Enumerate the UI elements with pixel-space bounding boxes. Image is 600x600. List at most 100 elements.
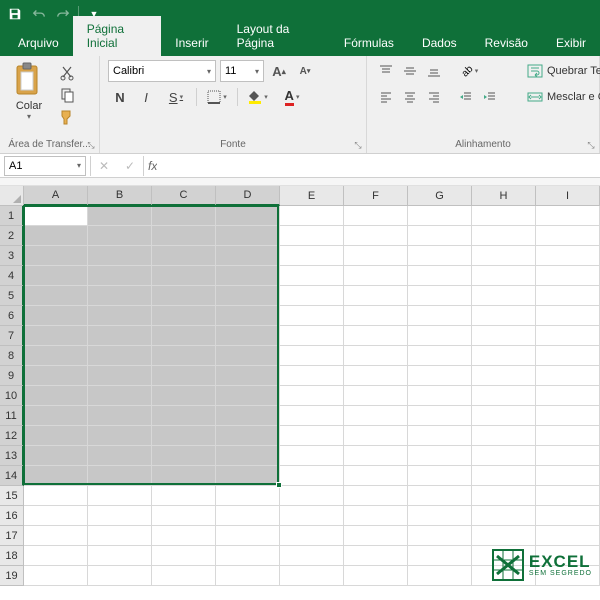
cell[interactable] xyxy=(152,346,216,366)
align-center-icon[interactable] xyxy=(399,86,421,108)
cell[interactable] xyxy=(536,446,600,466)
row-header[interactable]: 16 xyxy=(0,506,24,526)
cell[interactable] xyxy=(152,466,216,486)
bold-button[interactable]: N xyxy=(108,86,132,108)
cell[interactable] xyxy=(88,526,152,546)
cell[interactable] xyxy=(216,306,280,326)
row-header[interactable]: 18 xyxy=(0,546,24,566)
cell[interactable] xyxy=(152,266,216,286)
cell[interactable] xyxy=(344,206,408,226)
cell[interactable] xyxy=(24,526,88,546)
cell[interactable] xyxy=(536,366,600,386)
cell[interactable] xyxy=(280,366,344,386)
cell[interactable] xyxy=(88,566,152,586)
cancel-formula-icon[interactable]: ✕ xyxy=(91,156,117,176)
cell[interactable] xyxy=(216,286,280,306)
increase-indent-icon[interactable] xyxy=(479,86,501,108)
cell[interactable] xyxy=(24,446,88,466)
cell[interactable] xyxy=(88,226,152,246)
tab-formulas[interactable]: Fórmulas xyxy=(330,30,408,56)
cell[interactable] xyxy=(152,286,216,306)
cell[interactable] xyxy=(216,526,280,546)
cell[interactable] xyxy=(408,526,472,546)
cell[interactable] xyxy=(216,326,280,346)
cell[interactable] xyxy=(88,206,152,226)
row-header[interactable]: 4 xyxy=(0,266,24,286)
cell[interactable] xyxy=(152,226,216,246)
column-header[interactable]: B xyxy=(88,186,152,206)
cell[interactable] xyxy=(472,286,536,306)
cell[interactable] xyxy=(88,546,152,566)
cell[interactable] xyxy=(344,346,408,366)
cell[interactable] xyxy=(536,346,600,366)
cell[interactable] xyxy=(536,266,600,286)
align-right-icon[interactable] xyxy=(423,86,445,108)
cell[interactable] xyxy=(344,466,408,486)
merge-center-button[interactable]: Mesclar e Centralizar xyxy=(525,86,600,108)
cell[interactable] xyxy=(344,226,408,246)
cell[interactable] xyxy=(344,306,408,326)
cell[interactable] xyxy=(216,346,280,366)
font-name-dropdown[interactable]: Calibri ▾ xyxy=(108,60,216,82)
cell[interactable] xyxy=(344,546,408,566)
cell[interactable] xyxy=(408,486,472,506)
font-dialog-icon[interactable]: ⤡ xyxy=(352,139,364,151)
cell[interactable] xyxy=(536,206,600,226)
cell[interactable] xyxy=(152,546,216,566)
cell[interactable] xyxy=(408,466,472,486)
cell[interactable] xyxy=(472,266,536,286)
cell[interactable] xyxy=(280,506,344,526)
cell[interactable] xyxy=(152,526,216,546)
cell[interactable] xyxy=(472,326,536,346)
wrap-text-button[interactable]: Quebrar Texto Autom xyxy=(525,60,600,82)
cell[interactable] xyxy=(536,406,600,426)
name-box[interactable]: A1 ▾ xyxy=(4,156,86,176)
cell[interactable] xyxy=(216,446,280,466)
cell[interactable] xyxy=(344,446,408,466)
cell[interactable] xyxy=(408,206,472,226)
cell[interactable] xyxy=(24,246,88,266)
row-header[interactable]: 9 xyxy=(0,366,24,386)
cell[interactable] xyxy=(152,246,216,266)
cell[interactable] xyxy=(472,366,536,386)
cell[interactable] xyxy=(152,446,216,466)
cell[interactable] xyxy=(88,426,152,446)
cell[interactable] xyxy=(344,426,408,446)
cell[interactable] xyxy=(536,326,600,346)
row-header[interactable]: 19 xyxy=(0,566,24,586)
cell[interactable] xyxy=(88,406,152,426)
cell[interactable] xyxy=(24,386,88,406)
cell[interactable] xyxy=(408,226,472,246)
cell[interactable] xyxy=(536,466,600,486)
cell[interactable] xyxy=(216,206,280,226)
tab-file[interactable]: Arquivo xyxy=(4,30,73,56)
cell[interactable] xyxy=(408,326,472,346)
cell[interactable] xyxy=(24,466,88,486)
font-color-button[interactable]: A ▾ xyxy=(276,86,308,108)
row-header[interactable]: 15 xyxy=(0,486,24,506)
cell[interactable] xyxy=(536,386,600,406)
cell[interactable] xyxy=(88,466,152,486)
column-header[interactable]: I xyxy=(536,186,600,206)
row-header[interactable]: 11 xyxy=(0,406,24,426)
cell[interactable] xyxy=(344,406,408,426)
cell[interactable] xyxy=(344,246,408,266)
clipboard-dialog-icon[interactable]: ⤡ xyxy=(85,139,97,151)
decrease-indent-icon[interactable] xyxy=(455,86,477,108)
row-header[interactable]: 8 xyxy=(0,346,24,366)
row-header[interactable]: 5 xyxy=(0,286,24,306)
cell[interactable] xyxy=(152,306,216,326)
undo-icon[interactable] xyxy=(28,3,50,25)
cell[interactable] xyxy=(280,266,344,286)
row-header[interactable]: 12 xyxy=(0,426,24,446)
cell[interactable] xyxy=(536,426,600,446)
cell[interactable] xyxy=(24,226,88,246)
cell[interactable] xyxy=(24,406,88,426)
cell[interactable] xyxy=(472,486,536,506)
cell[interactable] xyxy=(472,406,536,426)
cell[interactable] xyxy=(24,366,88,386)
cell[interactable] xyxy=(280,226,344,246)
row-header[interactable]: 7 xyxy=(0,326,24,346)
cell[interactable] xyxy=(216,406,280,426)
cell[interactable] xyxy=(408,426,472,446)
